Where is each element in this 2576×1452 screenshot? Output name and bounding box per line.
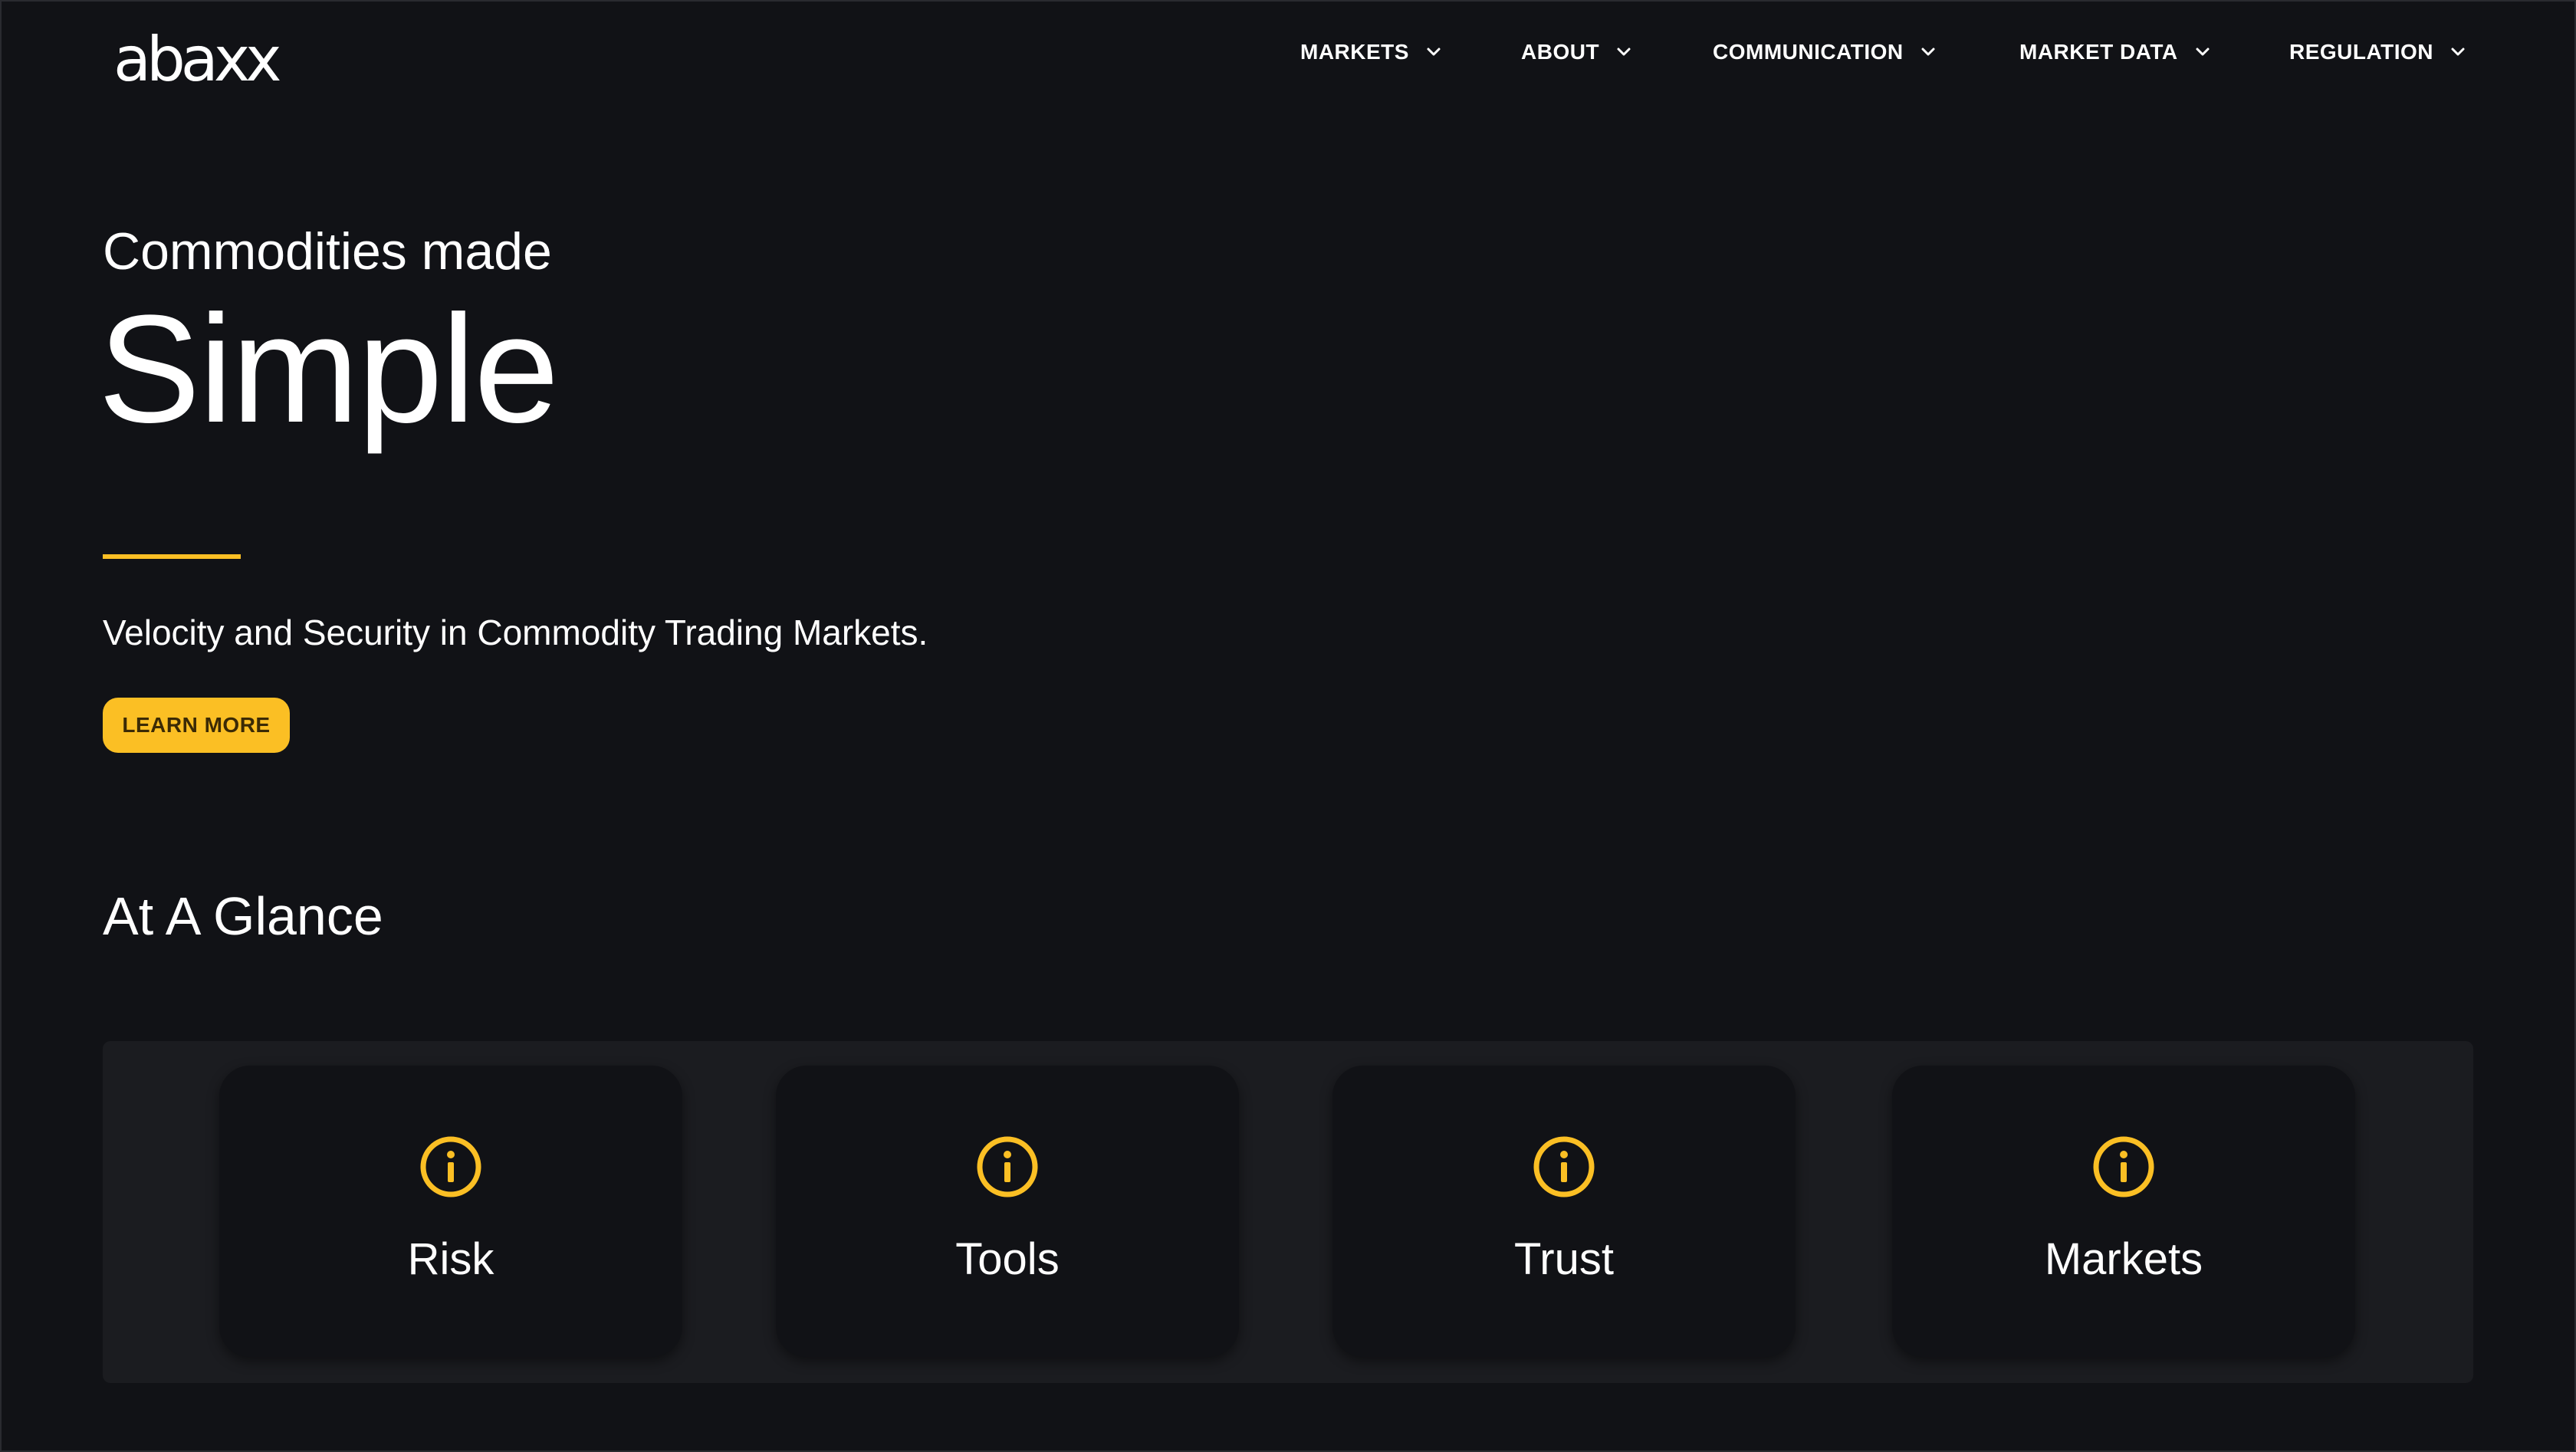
chevron-down-icon: [1423, 41, 1444, 63]
info-icon: [419, 1135, 483, 1199]
site-header: abaxx MARKETS ABOUT COMMUNICATION MARKET…: [0, 0, 2576, 115]
glance-card-risk[interactable]: Risk: [219, 1066, 682, 1357]
info-icon: [2091, 1135, 2156, 1199]
chevron-down-icon: [1917, 41, 1939, 63]
nav-item-market-data[interactable]: MARKET DATA: [2019, 34, 2213, 71]
nav-item-label: ABOUT: [1521, 40, 1600, 64]
glance-card-label: Risk: [407, 1234, 495, 1284]
glance-card-trust[interactable]: Trust: [1332, 1066, 1796, 1357]
abaxx-logo[interactable]: abaxx: [113, 29, 282, 90]
nav-item-label: MARKETS: [1300, 40, 1409, 64]
info-icon: [1532, 1135, 1596, 1199]
nav-item-markets[interactable]: MARKETS: [1300, 34, 1444, 71]
glance-title: At A Glance: [103, 886, 383, 946]
nav-item-about[interactable]: ABOUT: [1521, 34, 1635, 71]
glance-card-label: Tools: [955, 1234, 1060, 1284]
info-icon: [975, 1135, 1040, 1199]
nav-item-regulation[interactable]: REGULATION: [2289, 34, 2469, 71]
glance-card-markets[interactable]: Markets: [1892, 1066, 2355, 1357]
chevron-down-icon: [1613, 41, 1635, 63]
hero-kicker: Commodities made: [103, 222, 552, 281]
nav-item-communication[interactable]: COMMUNICATION: [1713, 34, 1939, 71]
chevron-down-icon: [2192, 41, 2213, 63]
hero-title: Simple: [98, 284, 559, 455]
glance-card-label: Markets: [2044, 1234, 2203, 1284]
nav-item-label: COMMUNICATION: [1713, 40, 1904, 64]
chevron-down-icon: [2447, 41, 2469, 63]
glance-panel: Risk Tools Trust Markets: [103, 1041, 2473, 1383]
glance-card-tools[interactable]: Tools: [776, 1066, 1239, 1357]
accent-divider: [103, 554, 241, 559]
glance-card-label: Trust: [1514, 1234, 1614, 1284]
learn-more-button[interactable]: LEARN MORE: [103, 698, 290, 753]
hero-subtitle: Velocity and Security in Commodity Tradi…: [103, 613, 928, 652]
nav-item-label: REGULATION: [2289, 40, 2434, 64]
nav-item-label: MARKET DATA: [2019, 40, 2178, 64]
